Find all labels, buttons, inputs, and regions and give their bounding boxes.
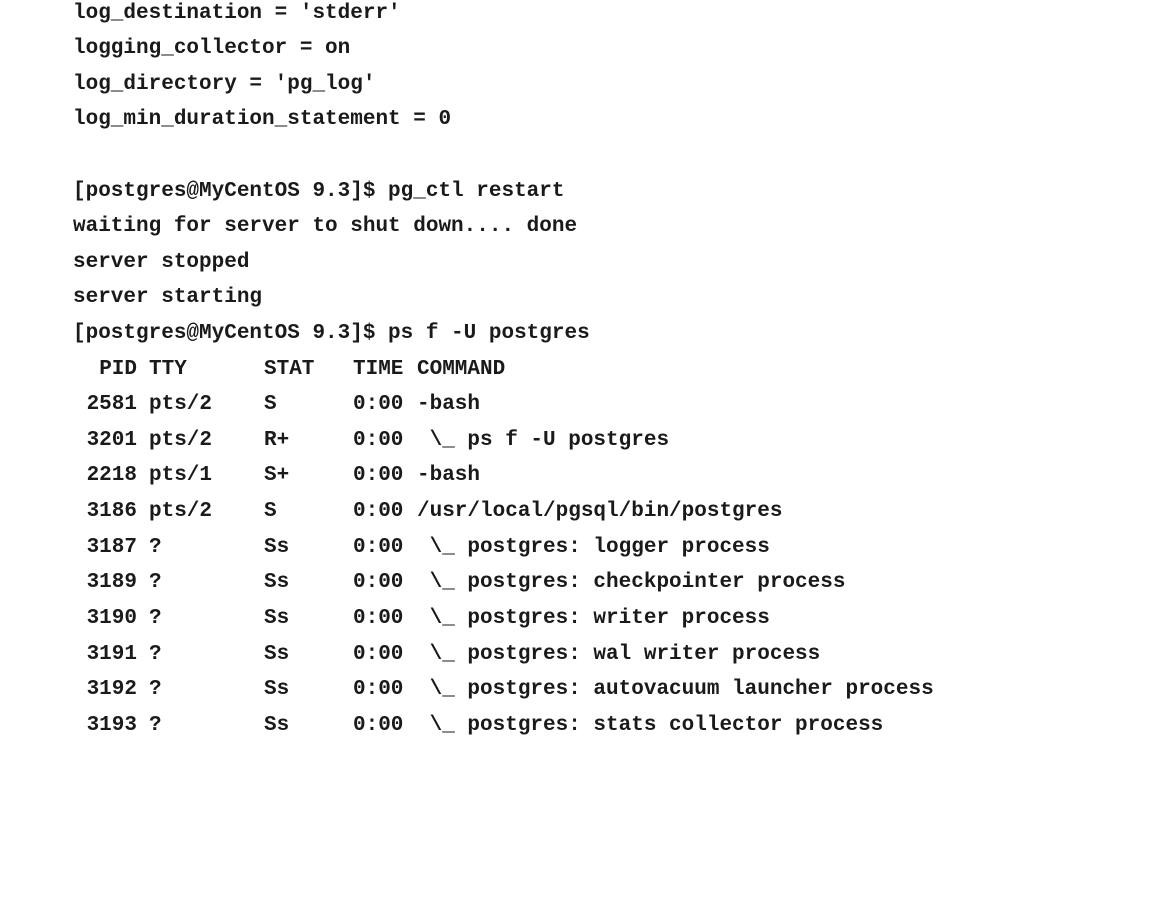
tty-cell: ? — [149, 536, 162, 559]
time-cell: 0:00 — [353, 536, 404, 559]
header-stat: STAT — [264, 358, 315, 381]
ps-table-row: 3187 ? Ss 0:00 \_ postgres: logger proce… — [73, 534, 1143, 562]
stat-cell: S — [264, 500, 277, 523]
stat-cell: Ss — [264, 571, 290, 594]
stat-cell: Ss — [264, 714, 290, 737]
output-line: server stopped — [73, 251, 250, 274]
ps-table-header: PID TTY STAT TIME COMMAND — [73, 356, 1143, 384]
header-tty: TTY — [149, 358, 187, 381]
ps-table-row: 3191 ? Ss 0:00 \_ postgres: wal writer p… — [73, 641, 1143, 669]
pid-cell: 3191 — [86, 643, 137, 666]
stat-cell: S+ — [264, 464, 290, 487]
time-cell: 0:00 — [353, 464, 404, 487]
config-line: log_min_duration_statement = 0 — [73, 108, 452, 131]
time-cell: 0:00 — [353, 607, 404, 630]
output-line: server starting — [73, 286, 263, 309]
ps-table-row: 3186 pts/2 S 0:00 /usr/local/pgsql/bin/p… — [73, 498, 1143, 526]
time-cell: 0:00 — [353, 571, 404, 594]
command-cell: \_ postgres: autovacuum launcher process — [417, 678, 934, 701]
header-time: TIME — [353, 358, 404, 381]
shell-prompt-line: [postgres@MyCentOS 9.3]$ pg_ctl restart — [73, 180, 565, 203]
time-cell: 0:00 — [353, 393, 404, 416]
command-cell: \_ postgres: stats collector process — [417, 714, 884, 737]
ps-table-row: 3192 ? Ss 0:00 \_ postgres: autovacuum l… — [73, 676, 1143, 704]
pid-cell: 2218 — [86, 464, 137, 487]
tty-cell: ? — [149, 714, 162, 737]
config-line: log_destination = 'stderr' — [73, 2, 401, 25]
ps-table-row: 3190 ? Ss 0:00 \_ postgres: writer proce… — [73, 605, 1143, 633]
command-cell: \_ postgres: writer process — [417, 607, 770, 630]
pid-cell: 2581 — [86, 393, 137, 416]
stat-cell: Ss — [264, 536, 290, 559]
ps-table-row: 2218 pts/1 S+ 0:00 -bash — [73, 462, 1143, 490]
tty-cell: pts/2 — [149, 500, 213, 523]
shell-prompt-line: [postgres@MyCentOS 9.3]$ ps f -U postgre… — [73, 322, 590, 345]
pid-cell: 3189 — [86, 571, 137, 594]
command-cell: \_ postgres: checkpointer process — [417, 571, 846, 594]
terminal-output: log_destination = 'stderr' logging_colle… — [73, 0, 1143, 749]
command-cell: /usr/local/pgsql/bin/postgres — [417, 500, 783, 523]
command-cell: \_ ps f -U postgres — [417, 429, 670, 452]
pid-cell: 3193 — [86, 714, 137, 737]
pid-cell: 3187 — [86, 536, 137, 559]
command-cell: \_ postgres: wal writer process — [417, 643, 821, 666]
pid-cell: 3201 — [86, 429, 137, 452]
header-command: COMMAND — [417, 358, 506, 381]
command-cell: -bash — [417, 393, 481, 416]
tty-cell: ? — [149, 678, 162, 701]
command-cell: -bash — [417, 464, 481, 487]
ps-table-row: 2581 pts/2 S 0:00 -bash — [73, 391, 1143, 419]
ps-table-row: 3193 ? Ss 0:00 \_ postgres: stats collec… — [73, 712, 1143, 740]
command-cell: \_ postgres: logger process — [417, 536, 770, 559]
tty-cell: pts/2 — [149, 393, 213, 416]
stat-cell: S — [264, 393, 277, 416]
ps-table-row: 3201 pts/2 R+ 0:00 \_ ps f -U postgres — [73, 427, 1143, 455]
tty-cell: pts/1 — [149, 464, 213, 487]
pid-cell: 3192 — [86, 678, 137, 701]
ps-table-row: 3189 ? Ss 0:00 \_ postgres: checkpointer… — [73, 569, 1143, 597]
config-line: log_directory = 'pg_log' — [73, 73, 376, 96]
stat-cell: Ss — [264, 607, 290, 630]
time-cell: 0:00 — [353, 643, 404, 666]
stat-cell: Ss — [264, 643, 290, 666]
output-line: waiting for server to shut down.... done — [73, 215, 578, 238]
time-cell: 0:00 — [353, 500, 404, 523]
config-line: logging_collector = on — [73, 37, 351, 60]
header-pid: PID — [99, 358, 137, 381]
stat-cell: R+ — [264, 429, 290, 452]
stat-cell: Ss — [264, 678, 290, 701]
tty-cell: ? — [149, 571, 162, 594]
time-cell: 0:00 — [353, 714, 404, 737]
tty-cell: ? — [149, 607, 162, 630]
pid-cell: 3186 — [86, 500, 137, 523]
tty-cell: pts/2 — [149, 429, 213, 452]
time-cell: 0:00 — [353, 678, 404, 701]
pid-cell: 3190 — [86, 607, 137, 630]
tty-cell: ? — [149, 643, 162, 666]
time-cell: 0:00 — [353, 429, 404, 452]
